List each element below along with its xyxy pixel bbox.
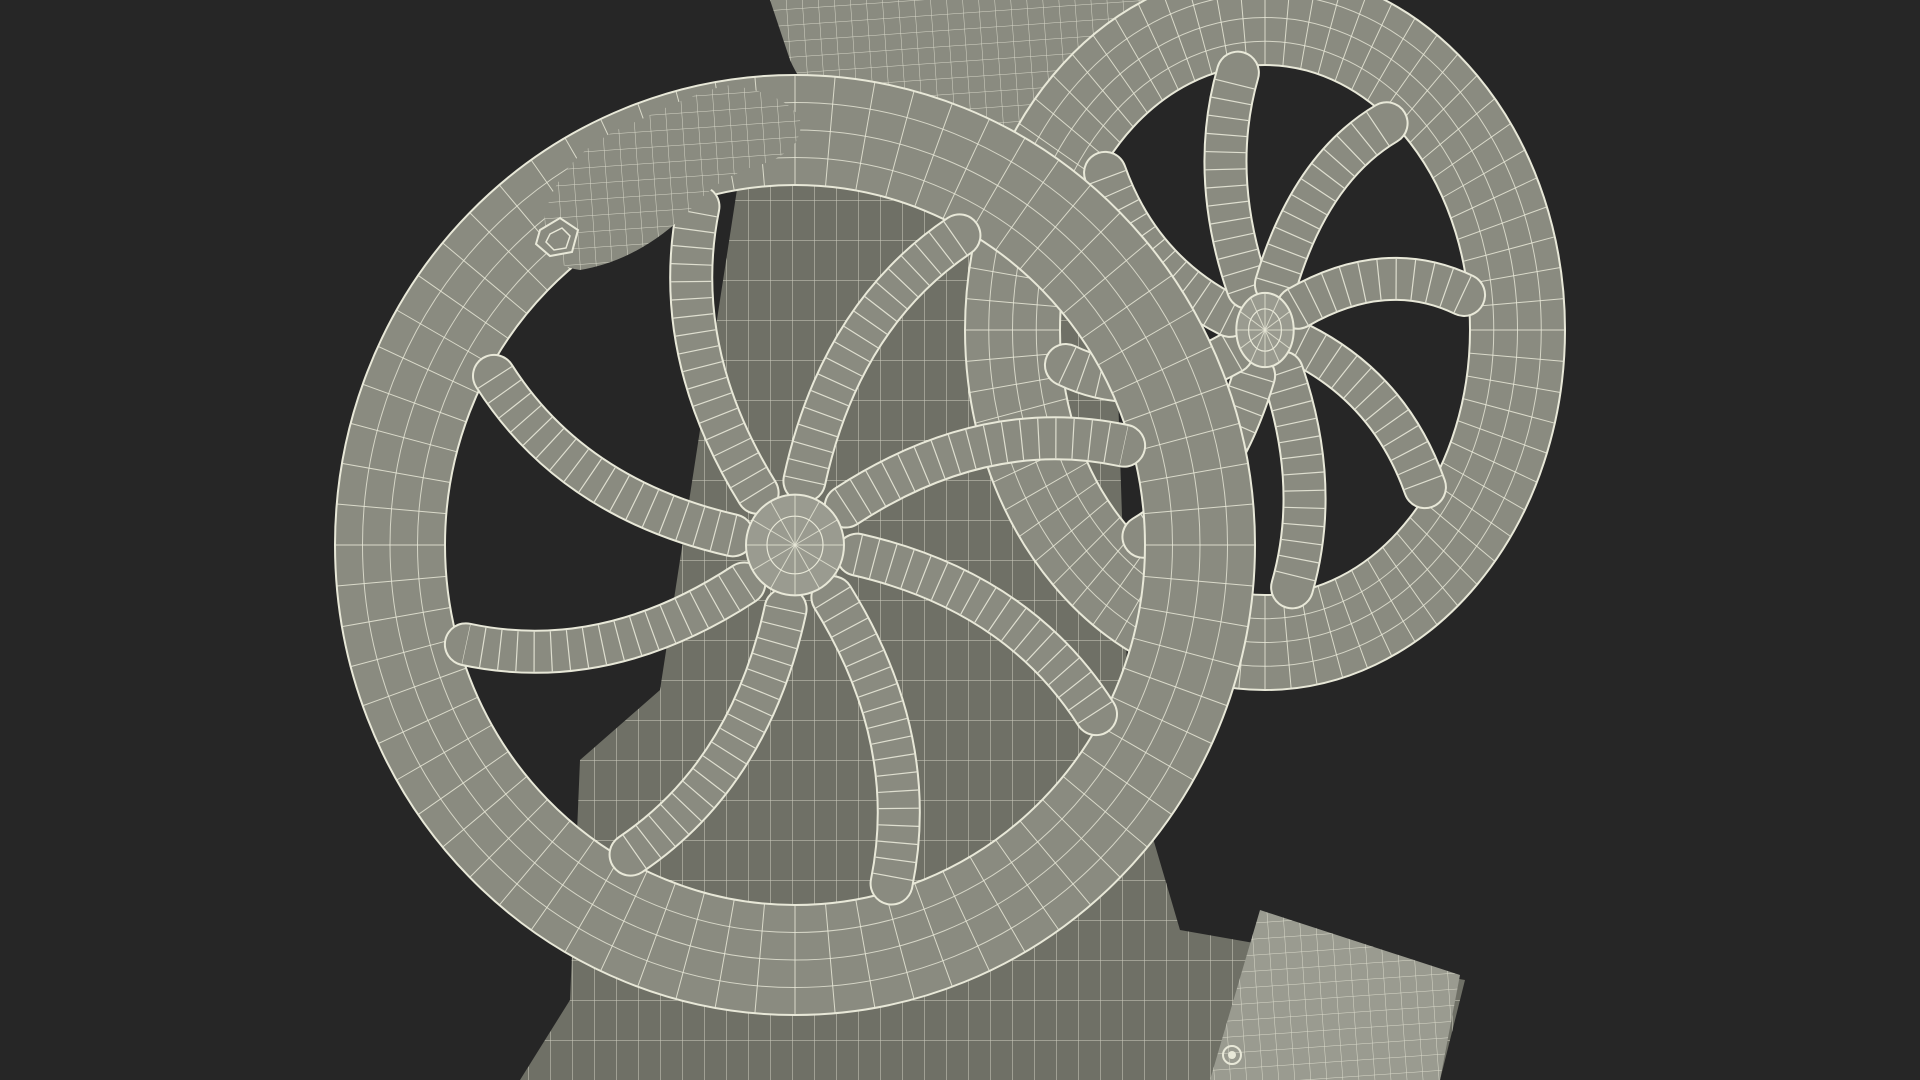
coffee-grinder-wireframe-render xyxy=(334,0,1567,1080)
render-viewport xyxy=(0,0,1920,1080)
back-flywheel xyxy=(964,0,1567,691)
base-plate xyxy=(1210,910,1460,1080)
